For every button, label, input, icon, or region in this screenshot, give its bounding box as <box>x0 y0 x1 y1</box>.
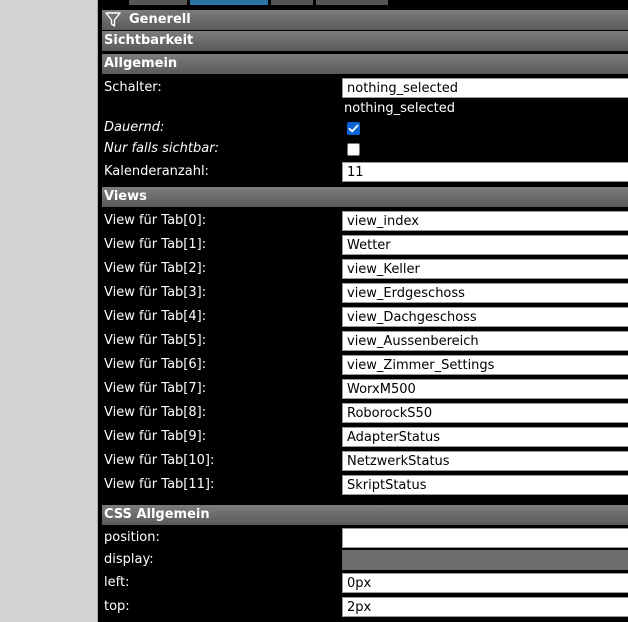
view-tab-label: View für Tab[8]: <box>104 405 207 420</box>
row-view-tab: View für Tab[7]: WorxM500 <box>102 378 628 400</box>
section-views[interactable]: Views <box>102 187 628 207</box>
css-position-input[interactable] <box>342 528 628 548</box>
row-css-left: left: 0px <box>102 572 628 594</box>
view-tab-input[interactable]: NetzwerkStatus <box>342 451 628 471</box>
checkmark-icon <box>348 124 359 133</box>
kalenderanzahl-input[interactable]: 11 <box>342 162 628 182</box>
view-tab-label: View für Tab[9]: <box>104 429 207 444</box>
view-tab-label: View für Tab[4]: <box>104 309 207 324</box>
row-schalter: Schalter: nothing_selected <box>102 77 628 99</box>
css-top-label: top: <box>104 599 130 614</box>
row-view-tab: View für Tab[8]: RoborockS50 <box>102 402 628 424</box>
view-tab-input[interactable]: view_Keller <box>342 259 628 279</box>
row-view-tab: View für Tab[3]: view_Erdgeschoss <box>102 282 628 304</box>
schalter-label: Schalter: <box>104 80 162 95</box>
row-view-tab: View für Tab[11]: SkriptStatus <box>102 474 628 496</box>
left-gutter <box>0 0 98 622</box>
nur-falls-sichtbar-checkbox[interactable] <box>347 143 360 156</box>
row-dauernd: Dauernd: <box>102 117 628 139</box>
row-css-top: top: 2px <box>102 596 628 618</box>
row-view-tab: View für Tab[6]: view_Zimmer_Settings <box>102 354 628 376</box>
view-tab-input[interactable]: Wetter <box>342 235 628 255</box>
view-tab-input[interactable]: view_index <box>342 211 628 231</box>
app-window: Generell Sichtbarkeit Allgemein Schalter… <box>0 0 628 622</box>
section-generell[interactable]: Generell <box>102 10 628 30</box>
view-tab-label: View für Tab[0]: <box>104 213 207 228</box>
view-tab-label: View für Tab[6]: <box>104 357 207 372</box>
tab-strip <box>129 0 391 5</box>
view-tab-label: View für Tab[7]: <box>104 381 207 396</box>
view-tab-input[interactable]: view_Erdgeschoss <box>342 283 628 303</box>
section-generell-title: Generell <box>129 12 191 27</box>
view-tab-input[interactable]: view_Aussenbereich <box>342 331 628 351</box>
tab-1[interactable] <box>129 0 187 5</box>
dauernd-checkbox[interactable] <box>347 122 360 135</box>
view-tab-label: View für Tab[3]: <box>104 285 207 300</box>
row-nur-falls-sichtbar: Nur falls sichtbar: <box>102 138 628 160</box>
nur-falls-sichtbar-label: Nur falls sichtbar: <box>104 141 219 156</box>
dauernd-label: Dauernd: <box>104 120 165 135</box>
view-tab-input[interactable]: AdapterStatus <box>342 427 628 447</box>
view-tab-label: View für Tab[2]: <box>104 261 207 276</box>
row-view-tab: View für Tab[0]: view_index <box>102 210 628 232</box>
row-kalenderanzahl: Kalenderanzahl: 11 <box>102 161 628 183</box>
css-display-select[interactable] <box>342 550 628 570</box>
css-left-input[interactable]: 0px <box>342 573 628 593</box>
view-tab-label: View für Tab[10]: <box>104 453 215 468</box>
css-position-label: position: <box>104 530 160 545</box>
row-css-display: display: <box>102 549 628 571</box>
tab-3[interactable] <box>271 0 313 5</box>
view-tab-label: View für Tab[5]: <box>104 333 207 348</box>
row-view-tab: View für Tab[1]: Wetter <box>102 234 628 256</box>
section-allgemein[interactable]: Allgemein <box>102 54 628 74</box>
view-tab-label: View für Tab[1]: <box>104 237 207 252</box>
attributes-panel: Generell Sichtbarkeit Allgemein Schalter… <box>98 0 628 622</box>
schalter-input[interactable]: nothing_selected <box>342 78 628 98</box>
css-top-input[interactable]: 2px <box>342 597 628 617</box>
view-tab-label: View für Tab[11]: <box>104 477 215 492</box>
filter-icon <box>105 12 121 27</box>
row-view-tab: View für Tab[10]: NetzwerkStatus <box>102 450 628 472</box>
view-tab-input[interactable]: view_Dachgeschoss <box>342 307 628 327</box>
tab-4[interactable] <box>316 0 388 5</box>
css-left-label: left: <box>104 575 130 590</box>
section-css-allgemein[interactable]: CSS Allgemein <box>102 505 628 525</box>
kalenderanzahl-label: Kalenderanzahl: <box>104 164 209 179</box>
view-tab-input[interactable]: RoborockS50 <box>342 403 628 423</box>
view-tab-input[interactable]: view_Zimmer_Settings <box>342 355 628 375</box>
row-view-tab: View für Tab[9]: AdapterStatus <box>102 426 628 448</box>
tab-2-active[interactable] <box>190 0 268 5</box>
view-tab-input[interactable]: WorxM500 <box>342 379 628 399</box>
section-sichtbarkeit[interactable]: Sichtbarkeit <box>102 31 628 51</box>
row-view-tab: View für Tab[2]: view_Keller <box>102 258 628 280</box>
row-css-position: position: <box>102 527 628 549</box>
row-view-tab: View für Tab[4]: view_Dachgeschoss <box>102 306 628 328</box>
view-tab-input[interactable]: SkriptStatus <box>342 475 628 495</box>
css-display-label: display: <box>104 552 154 567</box>
row-view-tab: View für Tab[5]: view_Aussenbereich <box>102 330 628 352</box>
